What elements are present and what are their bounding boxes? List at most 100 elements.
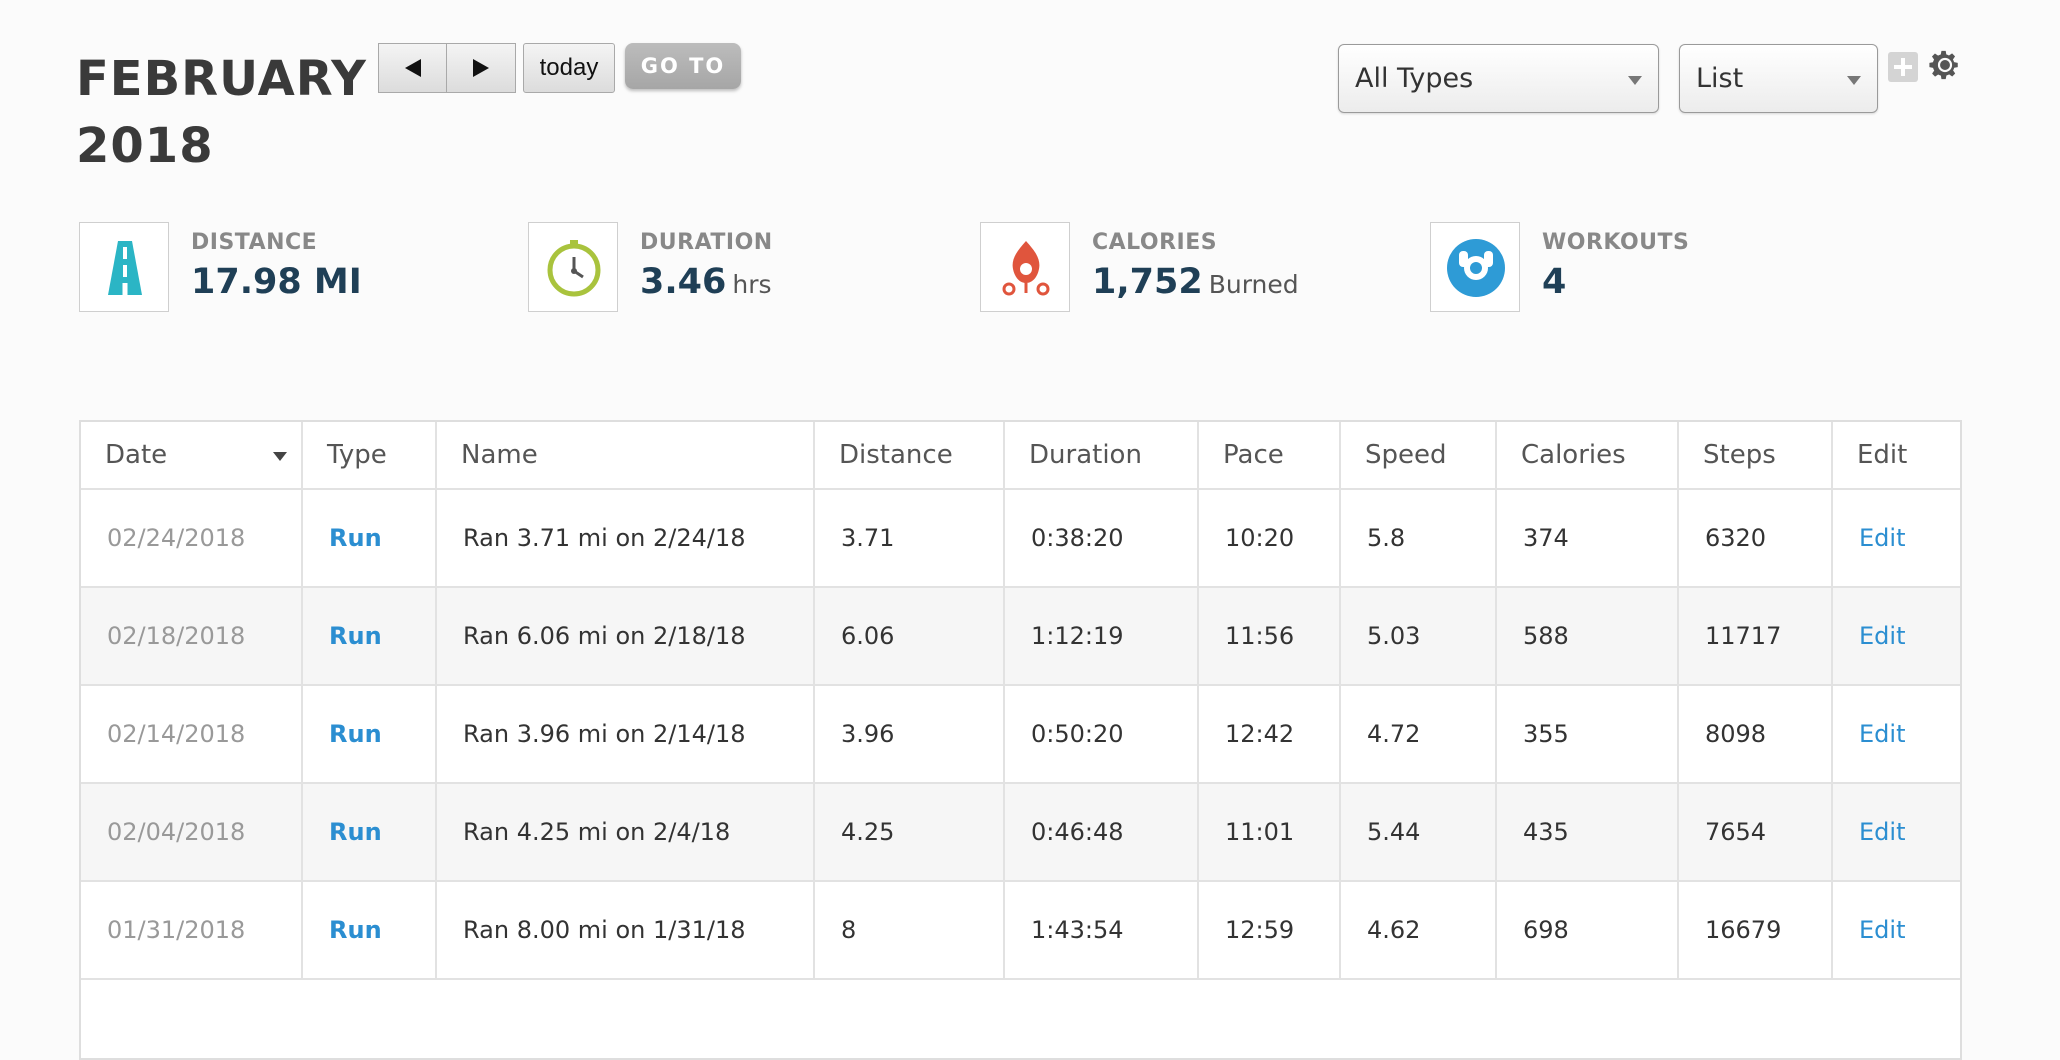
cell-pace: 12:42 <box>1198 685 1341 784</box>
cell-duration: 1:43:54 <box>1004 881 1199 980</box>
cell-speed: 5.03 <box>1340 587 1497 686</box>
column-header-speed[interactable]: Speed <box>1340 422 1497 490</box>
edit-link[interactable]: Edit <box>1832 881 1960 980</box>
cell-steps: 8098 <box>1678 685 1833 784</box>
column-header-type[interactable]: Type <box>302 422 437 490</box>
cell-steps: 16679 <box>1678 881 1833 980</box>
edit-link[interactable]: Edit <box>1832 489 1960 588</box>
stopwatch-icon <box>547 240 601 297</box>
cell-name: Ran 8.00 mi on 1/31/18 <box>436 881 815 980</box>
cell-speed: 5.8 <box>1340 489 1497 588</box>
cell-steps: 11717 <box>1678 587 1833 686</box>
next-month-button[interactable] <box>447 43 516 93</box>
stat-label: WORKOUTS <box>1542 230 1690 255</box>
prev-month-button[interactable] <box>378 43 447 93</box>
chevron-down-icon <box>1628 76 1642 85</box>
cell-calories: 698 <box>1496 881 1679 980</box>
chevron-down-icon <box>1847 76 1861 85</box>
cell-duration: 0:38:20 <box>1004 489 1199 588</box>
cell-pace: 10:20 <box>1198 489 1341 588</box>
edit-link[interactable]: Edit <box>1832 587 1960 686</box>
view-select[interactable]: List <box>1679 44 1878 113</box>
page-title: FEBRUARY 2018 <box>76 46 367 180</box>
cell-steps: 6320 <box>1678 489 1833 588</box>
table-row: 02/24/2018 Run Ran 3.71 mi on 2/24/18 3.… <box>81 489 1960 588</box>
cell-distance: 3.71 <box>814 489 1005 588</box>
stat-value: 4 <box>1542 262 1567 302</box>
table-row: 01/31/2018 Run Ran 8.00 mi on 1/31/18 8 … <box>81 881 1960 980</box>
cell-name: Ran 6.06 mi on 2/18/18 <box>436 587 815 686</box>
gear-icon[interactable] <box>1928 48 1962 82</box>
cell-duration: 0:50:20 <box>1004 685 1199 784</box>
stat-unit: hrs <box>732 270 772 299</box>
cell-type-link[interactable]: Run <box>302 587 437 686</box>
cell-duration: 1:12:19 <box>1004 587 1199 686</box>
cell-name: Ran 3.96 mi on 2/14/18 <box>436 685 815 784</box>
stat-label: CALORIES <box>1092 230 1218 255</box>
cell-calories: 435 <box>1496 783 1679 882</box>
cell-type-link[interactable]: Run <box>302 881 437 980</box>
cell-date: 02/14/2018 <box>81 685 303 784</box>
column-header-edit: Edit <box>1832 422 1960 490</box>
column-header-name[interactable]: Name <box>436 422 815 490</box>
cell-calories: 355 <box>1496 685 1679 784</box>
stat-unit: Burned <box>1208 270 1299 299</box>
cell-speed: 5.44 <box>1340 783 1497 882</box>
cell-name: Ran 4.25 mi on 2/4/18 <box>436 783 815 882</box>
column-header-distance[interactable]: Distance <box>814 422 1005 490</box>
workouts-table: Date Type Name Distance Duration Pace Sp… <box>79 420 1962 1060</box>
stat-value: 1,752 <box>1092 262 1203 302</box>
cell-date: 01/31/2018 <box>81 881 303 980</box>
stat-value: 3.46 <box>640 262 727 302</box>
cell-date: 02/24/2018 <box>81 489 303 588</box>
cell-speed: 4.72 <box>1340 685 1497 784</box>
sort-down-icon <box>273 452 287 461</box>
month-label: FEBRUARY <box>76 51 367 107</box>
date-navigation: today GO TO <box>378 43 741 93</box>
cell-date: 02/04/2018 <box>81 783 303 882</box>
table-row: 02/18/2018 Run Ran 6.06 mi on 2/18/18 6.… <box>81 587 1960 686</box>
cell-distance: 6.06 <box>814 587 1005 686</box>
stat-label: DISTANCE <box>191 230 318 255</box>
column-header-date[interactable]: Date <box>81 422 303 490</box>
column-header-pace[interactable]: Pace <box>1198 422 1341 490</box>
table-row: 02/14/2018 Run Ran 3.96 mi on 2/14/18 3.… <box>81 685 1960 784</box>
triangle-right-icon <box>473 59 489 77</box>
type-filter-select[interactable]: All Types <box>1338 44 1659 113</box>
road-icon <box>108 241 142 295</box>
edit-link[interactable]: Edit <box>1832 685 1960 784</box>
workout-icon <box>1447 239 1505 297</box>
table-header-row: Date Type Name Distance Duration Pace Sp… <box>81 422 1960 490</box>
stat-value: 17.98 MI <box>191 262 362 302</box>
cell-date: 02/18/2018 <box>81 587 303 686</box>
cell-duration: 0:46:48 <box>1004 783 1199 882</box>
cell-pace: 12:59 <box>1198 881 1341 980</box>
view-select-value: List <box>1696 63 1744 94</box>
cell-steps: 7654 <box>1678 783 1833 882</box>
cell-distance: 8 <box>814 881 1005 980</box>
cell-distance: 4.25 <box>814 783 1005 882</box>
column-header-steps[interactable]: Steps <box>1678 422 1833 490</box>
cell-type-link[interactable]: Run <box>302 685 437 784</box>
cell-name: Ran 3.71 mi on 2/24/18 <box>436 489 815 588</box>
add-workout-icon[interactable] <box>1888 52 1918 82</box>
edit-link[interactable]: Edit <box>1832 783 1960 882</box>
today-button[interactable]: today <box>523 43 615 93</box>
column-header-duration[interactable]: Duration <box>1004 422 1199 490</box>
cell-type-link[interactable]: Run <box>302 489 437 588</box>
flame-icon <box>1002 241 1050 296</box>
cell-distance: 3.96 <box>814 685 1005 784</box>
cell-pace: 11:01 <box>1198 783 1341 882</box>
type-filter-value: All Types <box>1355 63 1474 94</box>
go-to-button[interactable]: GO TO <box>625 43 741 89</box>
cell-calories: 374 <box>1496 489 1679 588</box>
year-label: 2018 <box>76 118 214 174</box>
triangle-left-icon <box>404 59 421 77</box>
column-header-calories[interactable]: Calories <box>1496 422 1679 490</box>
cell-type-link[interactable]: Run <box>302 783 437 882</box>
cell-pace: 11:56 <box>1198 587 1341 686</box>
table-row: 02/04/2018 Run Ran 4.25 mi on 2/4/18 4.2… <box>81 783 1960 882</box>
cell-speed: 4.62 <box>1340 881 1497 980</box>
stat-label: DURATION <box>640 230 773 255</box>
cell-calories: 588 <box>1496 587 1679 686</box>
